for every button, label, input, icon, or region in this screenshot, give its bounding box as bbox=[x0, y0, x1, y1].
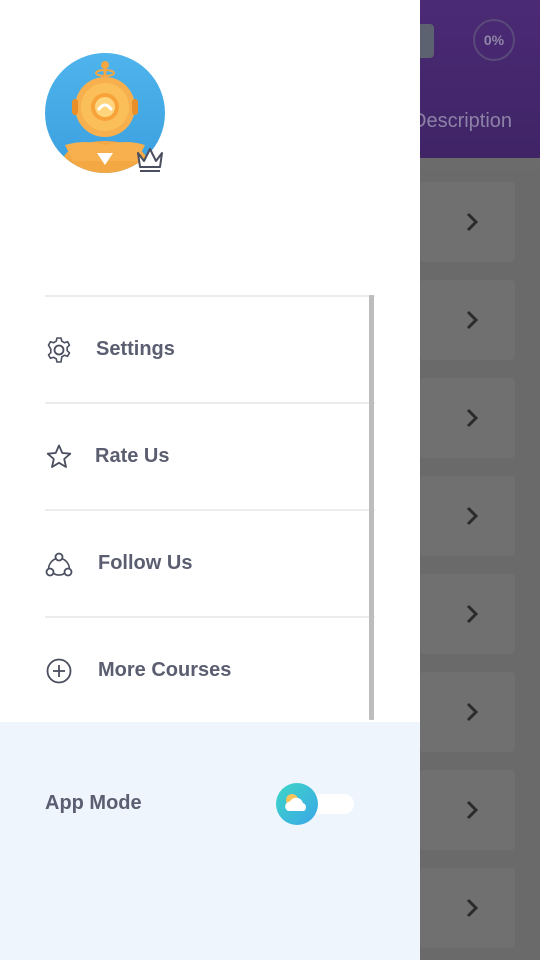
crown-badge-icon bbox=[137, 148, 163, 172]
menu-item-settings[interactable]: Settings bbox=[45, 297, 375, 402]
menu-item-label: Follow Us bbox=[98, 552, 193, 574]
avatar[interactable] bbox=[45, 53, 165, 173]
chevron-right-icon bbox=[466, 604, 479, 624]
lesson-row bbox=[420, 574, 515, 654]
menu-item-label: Rate Us bbox=[95, 445, 170, 467]
menu-item-label: Settings bbox=[96, 338, 175, 360]
plus-circle-icon bbox=[46, 658, 72, 683]
app-mode-toggle[interactable] bbox=[276, 783, 354, 825]
app-mode-section: App Mode bbox=[0, 722, 420, 960]
app-mode-label: App Mode bbox=[45, 792, 142, 814]
menu-item-rate-us[interactable]: Rate Us bbox=[45, 404, 375, 509]
toggle-knob bbox=[276, 783, 318, 825]
lesson-row bbox=[420, 476, 515, 556]
background-lesson-list bbox=[420, 170, 540, 960]
navigation-drawer: Settings Rate Us Follow Us More Courses … bbox=[0, 0, 420, 960]
share-network-icon bbox=[45, 552, 73, 576]
sun-cloud-icon bbox=[285, 794, 307, 811]
lesson-row bbox=[420, 770, 515, 850]
gear-icon bbox=[47, 336, 71, 363]
drawer-scrollbar[interactable] bbox=[369, 295, 374, 720]
drawer-menu: Settings Rate Us Follow Us More Courses bbox=[45, 295, 375, 723]
menu-item-follow-us[interactable]: Follow Us bbox=[45, 511, 375, 616]
tab-description: Description bbox=[412, 110, 513, 132]
chevron-right-icon bbox=[466, 506, 479, 526]
chevron-right-icon bbox=[466, 702, 479, 722]
menu-item-label: More Courses bbox=[98, 659, 232, 681]
lesson-row bbox=[420, 868, 515, 948]
chevron-right-icon bbox=[466, 212, 479, 232]
lesson-row bbox=[420, 672, 515, 752]
lesson-row bbox=[420, 280, 515, 360]
course-progress-indicator: 0% bbox=[473, 19, 515, 61]
star-icon bbox=[46, 444, 72, 468]
lesson-row bbox=[420, 378, 515, 458]
chevron-right-icon bbox=[466, 898, 479, 918]
chevron-right-icon bbox=[466, 800, 479, 820]
lesson-row bbox=[420, 182, 515, 262]
chevron-right-icon bbox=[466, 310, 479, 330]
chevron-right-icon bbox=[466, 408, 479, 428]
menu-item-more-courses[interactable]: More Courses bbox=[45, 618, 375, 723]
